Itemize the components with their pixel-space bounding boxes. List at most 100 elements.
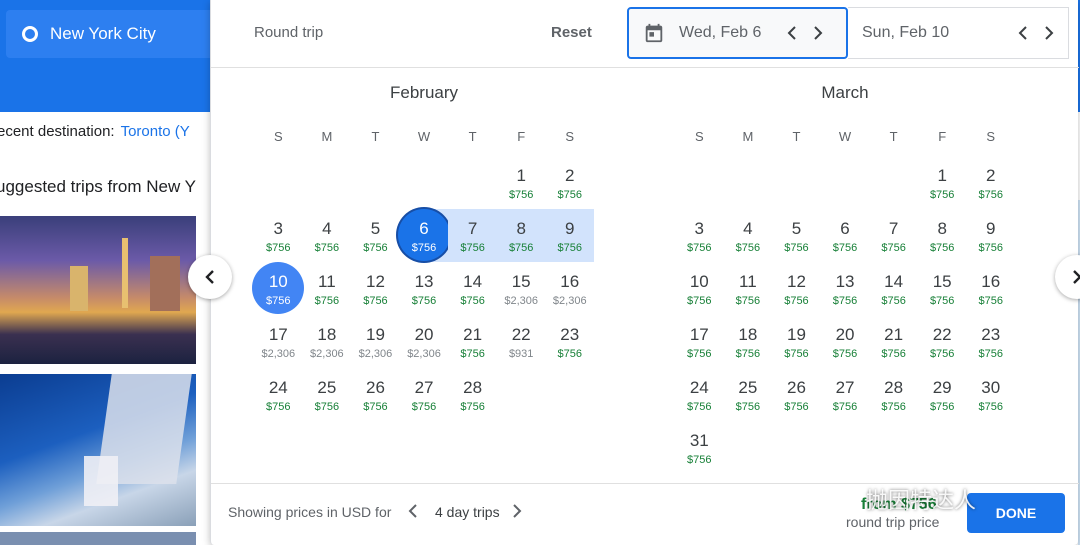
weekday-label: F — [517, 129, 526, 144]
calendar-day[interactable]: 28 $756 — [448, 368, 497, 421]
trip-photo-3[interactable] — [0, 532, 196, 545]
calendar-day[interactable]: 19 $2,306 — [351, 315, 400, 368]
day-price: $2,306 — [261, 348, 296, 360]
trip-length-prev-button[interactable] — [407, 503, 419, 524]
day-price: $756 — [687, 348, 712, 360]
calendar-day[interactable]: 24 $756 — [254, 368, 303, 421]
calendar-day[interactable]: 6 $756 — [821, 209, 870, 262]
recent-link[interactable]: Toronto (Y — [121, 123, 190, 140]
calendar-day[interactable]: 11 $756 — [303, 262, 352, 315]
reset-button[interactable]: Reset — [551, 24, 592, 41]
day-number: 6 — [419, 219, 429, 238]
trip-type-label[interactable]: Round trip — [254, 24, 323, 41]
calendar-day[interactable]: 3 $756 — [254, 209, 303, 262]
calendar-day[interactable]: 16 $756 — [966, 262, 1015, 315]
calendar-day[interactable]: 22 $756 — [918, 315, 967, 368]
calendar-day[interactable]: 15 $2,306 — [497, 262, 546, 315]
calendar-day[interactable]: 1 $756 — [918, 156, 967, 209]
weekday-label: M — [321, 129, 333, 144]
calendar-day[interactable]: 20 $2,306 — [400, 315, 449, 368]
calendar-day[interactable]: 10 $756 — [675, 262, 724, 315]
day-price: $756 — [978, 401, 1003, 413]
calendar-day[interactable]: 14 $756 — [448, 262, 497, 315]
departure-prev-day-button[interactable] — [779, 20, 805, 46]
calendar-day[interactable]: 18 $756 — [724, 315, 773, 368]
calendar-day[interactable]: 11 $756 — [724, 262, 773, 315]
calendar-day[interactable]: 21 $756 — [869, 315, 918, 368]
weekday-label: S — [694, 129, 704, 144]
calendar-day[interactable]: 18 $2,306 — [303, 315, 352, 368]
calendar-day[interactable]: 28 $756 — [869, 368, 918, 421]
day-number: 9 — [565, 219, 575, 238]
departure-date-field[interactable]: Wed, Feb 6 — [627, 7, 848, 59]
trip-photo-las-vegas[interactable] — [0, 216, 196, 364]
calendar-day[interactable]: 21 $756 — [448, 315, 497, 368]
calendar-day[interactable]: 1 $756 — [497, 156, 546, 209]
day-number: 8 — [516, 219, 526, 238]
calendar-day[interactable]: 4 $756 — [724, 209, 773, 262]
trip-length-next-button[interactable] — [511, 503, 523, 524]
calendar-day[interactable]: 17 $756 — [675, 315, 724, 368]
calendar-day[interactable]: 9 $756 — [545, 209, 595, 262]
return-date-field[interactable]: Sun, Feb 10 — [848, 7, 1069, 59]
trip-length-value: 4 day trips — [435, 504, 500, 520]
return-next-day-button[interactable] — [1036, 20, 1062, 46]
calendar-day[interactable]: 22 $931 — [497, 315, 546, 368]
done-button[interactable]: DONE — [967, 493, 1065, 533]
day-number: 20 — [835, 325, 855, 344]
calendar-day[interactable]: 29 $756 — [918, 368, 967, 421]
calendar-day[interactable]: 19 $756 — [772, 315, 821, 368]
calendar-day[interactable]: 2 $756 — [545, 156, 594, 209]
day-number: 17 — [268, 325, 288, 344]
calendar-day[interactable]: 7 $756 — [448, 209, 497, 262]
weekday-label: S — [565, 129, 575, 144]
day-price: $756 — [460, 401, 485, 413]
calendar-day[interactable]: 23 $756 — [545, 315, 594, 368]
calendar-day[interactable]: 30 $756 — [966, 368, 1015, 421]
calendar-day[interactable]: 27 $756 — [400, 368, 449, 421]
weekday-label: S — [986, 129, 996, 144]
selected-departure-day[interactable]: 6 $756 — [398, 209, 451, 262]
calendar-day[interactable]: 3 $756 — [675, 209, 724, 262]
calendar-day[interactable]: 24 $756 — [675, 368, 724, 421]
calendar-day[interactable]: 26 $756 — [772, 368, 821, 421]
calendar-day[interactable]: 5 $756 — [351, 209, 400, 262]
calendar-day[interactable]: 25 $756 — [724, 368, 773, 421]
calendar-day[interactable]: 20 $756 — [821, 315, 870, 368]
calendar-day[interactable]: 5 $756 — [772, 209, 821, 262]
day-price: $2,306 — [552, 295, 587, 307]
day-number: 19 — [365, 325, 385, 344]
departure-next-day-button[interactable] — [805, 20, 831, 46]
calendar-day[interactable]: 9 $756 — [966, 209, 1015, 262]
calendar-day[interactable]: 31 $756 — [675, 421, 724, 474]
calendar-day[interactable]: 2 $756 — [966, 156, 1015, 209]
weekday-label: T — [889, 129, 898, 144]
calendar-day[interactable]: 16 $2,306 — [545, 262, 594, 315]
calendar-day[interactable]: 26 $756 — [351, 368, 400, 421]
day-number: 21 — [884, 325, 904, 344]
origin-field[interactable]: New York City — [6, 10, 226, 58]
calendar-empty-cell — [772, 421, 821, 474]
calendar-day[interactable]: 7 $756 — [869, 209, 918, 262]
calendar-day[interactable]: 4 $756 — [303, 209, 352, 262]
calendar-day[interactable]: 8 $756 — [496, 209, 546, 262]
calendar-day[interactable]: 15 $756 — [918, 262, 967, 315]
trip-photo-chicago[interactable] — [0, 374, 196, 526]
calendar-day[interactable]: 17 $2,306 — [254, 315, 303, 368]
calendar-day[interactable]: 25 $756 — [303, 368, 352, 421]
calendar-day[interactable]: 13 $756 — [400, 262, 449, 315]
day-number: 16 — [981, 272, 1001, 291]
calendar-day[interactable]: 13 $756 — [821, 262, 870, 315]
calendar-day[interactable]: 12 $756 — [772, 262, 821, 315]
calendar-day[interactable]: 14 $756 — [869, 262, 918, 315]
calendar-day[interactable]: 8 $756 — [918, 209, 967, 262]
previous-month-button[interactable] — [188, 255, 232, 299]
chevron-right-icon — [1073, 270, 1080, 284]
selected-return-day[interactable]: 10 $756 — [252, 262, 305, 315]
calendar-day[interactable]: 12 $756 — [351, 262, 400, 315]
return-prev-day-button[interactable] — [1010, 20, 1036, 46]
day-price: $756 — [508, 242, 534, 254]
calendar-day[interactable]: 23 $756 — [966, 315, 1015, 368]
day-price: $756 — [314, 401, 340, 413]
calendar-day[interactable]: 27 $756 — [821, 368, 870, 421]
